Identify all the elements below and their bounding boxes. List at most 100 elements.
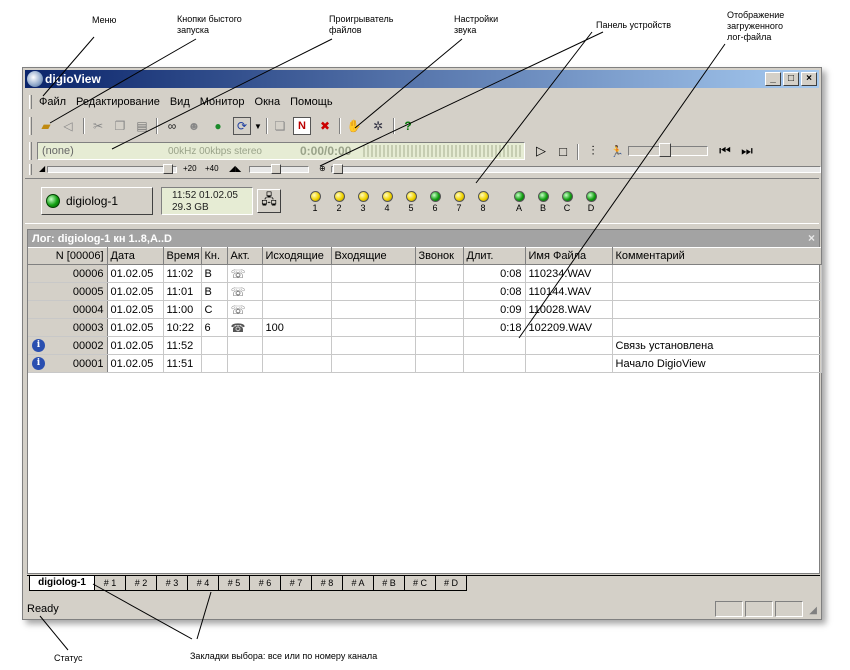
player-grip[interactable] <box>29 142 32 160</box>
equalizer-icon[interactable]: ⫶ <box>583 142 603 160</box>
volume-track[interactable] <box>47 166 177 173</box>
hand-icon[interactable]: ✋ <box>345 117 363 135</box>
playback-slider[interactable] <box>628 143 708 157</box>
mute-icon[interactable]: ⊕ <box>319 164 326 175</box>
menu-windows[interactable]: Окна <box>255 96 281 108</box>
settings-icon[interactable]: ✲ <box>369 117 387 135</box>
open-folder-icon[interactable]: ▰ <box>37 117 55 135</box>
refresh-icon[interactable]: ⟳ <box>233 117 251 135</box>
player-time: 0:00/0:00 <box>300 144 352 158</box>
resize-grip-icon[interactable]: ◢ <box>809 605 817 616</box>
title-bar[interactable]: digioView _ □ × <box>25 70 819 88</box>
channel-label: 6 <box>432 203 438 213</box>
table-row[interactable]: i 00001 01.02.05 11:51 Начало DigioView <box>28 354 822 373</box>
channel-indicator[interactable]: D <box>583 191 599 213</box>
tab-channel[interactable]: # 4 <box>187 576 219 591</box>
tab-channel[interactable]: # 6 <box>249 576 281 591</box>
menu-grip[interactable] <box>29 95 32 109</box>
column-header[interactable]: N [00006] <box>28 247 108 265</box>
menu-view[interactable]: Вид <box>170 96 190 108</box>
cell-in <box>331 264 416 283</box>
column-header[interactable]: Акт. <box>227 247 263 265</box>
network-icon[interactable]: 🖧 <box>257 189 281 213</box>
menu-edit[interactable]: Редактирование <box>76 96 160 108</box>
column-header[interactable]: Комментарий <box>612 247 822 265</box>
status-bar: Ready ◢ <box>25 599 819 619</box>
table-row[interactable]: 00006 01.02.05 11:02 B ☏ 0:08 110234.WAV <box>28 264 822 283</box>
binoculars-icon[interactable]: ∞ <box>163 117 181 135</box>
tab-channel[interactable]: # 3 <box>156 576 188 591</box>
cell-out <box>262 264 332 283</box>
channel-indicator[interactable]: 2 <box>331 191 347 213</box>
channel-indicator[interactable]: 3 <box>355 191 371 213</box>
table-row[interactable]: 00005 01.02.05 11:01 B ☏ 0:08 110144.WAV <box>28 282 822 301</box>
delete-doc-icon[interactable]: ✖ <box>316 117 334 135</box>
column-header[interactable]: Дата <box>107 247 164 265</box>
paste-icon[interactable]: ▤ <box>133 117 151 135</box>
volume-knob[interactable] <box>163 164 173 174</box>
copy-icon[interactable]: ❐ <box>111 117 129 135</box>
cell-comment <box>612 282 822 301</box>
balance-knob[interactable] <box>271 164 281 174</box>
position-knob[interactable] <box>333 164 343 174</box>
running-man-icon[interactable]: 🏃 <box>607 142 627 160</box>
tab-channel[interactable]: # D <box>435 576 467 591</box>
dropdown-arrow-icon[interactable]: ▼ <box>253 117 263 135</box>
channel-indicator[interactable]: A <box>511 191 527 213</box>
channel-indicator[interactable]: 1 <box>307 191 323 213</box>
channel-indicator[interactable]: C <box>559 191 575 213</box>
speaker-icon[interactable]: ◁ <box>59 117 77 135</box>
tab-channel[interactable]: # 7 <box>280 576 312 591</box>
find-user-icon[interactable]: ☻ <box>185 117 203 135</box>
column-header[interactable]: Кн. <box>201 247 228 265</box>
tab-channel[interactable]: # 2 <box>125 576 157 591</box>
tab-channel[interactable]: # B <box>373 576 405 591</box>
minimize-button[interactable]: _ <box>765 72 781 86</box>
column-header[interactable]: Исходящие <box>262 247 332 265</box>
column-header[interactable]: Имя Файла <box>525 247 613 265</box>
tab-all[interactable]: digiolog-1 <box>29 576 95 591</box>
column-header[interactable]: Время <box>163 247 202 265</box>
column-header[interactable]: Входящие <box>331 247 416 265</box>
status-text: Ready <box>27 603 59 615</box>
position-track[interactable] <box>331 166 821 173</box>
tab-channel[interactable]: # 8 <box>311 576 343 591</box>
toolbar-grip[interactable] <box>29 117 32 135</box>
log-close-button[interactable]: × <box>808 231 815 245</box>
cell-out: 100 <box>262 318 332 337</box>
menu-file[interactable]: Файл <box>39 96 66 108</box>
channel-indicator[interactable]: B <box>535 191 551 213</box>
cell-act: ☏ <box>227 300 263 319</box>
play-button[interactable]: ▷ <box>531 142 551 160</box>
table-row[interactable]: i 00002 01.02.05 11:52 Связь установлена <box>28 336 822 355</box>
channel-indicator[interactable]: 6 <box>427 191 443 213</box>
tab-channel[interactable]: # A <box>342 576 374 591</box>
globe-icon[interactable]: ● <box>209 117 227 135</box>
help-icon[interactable]: ? <box>399 117 417 135</box>
column-header[interactable]: Звонок <box>415 247 464 265</box>
cut-icon[interactable]: ✂ <box>89 117 107 135</box>
column-header[interactable]: Длит. <box>463 247 526 265</box>
copy-doc-icon[interactable]: ❏ <box>271 117 289 135</box>
maximize-button[interactable]: □ <box>783 72 799 86</box>
tab-channel[interactable]: # 1 <box>94 576 126 591</box>
device-button[interactable]: digiolog-1 <box>41 187 153 215</box>
forward-button[interactable]: ⏭ <box>737 142 757 160</box>
cell-time: 10:22 <box>163 318 202 337</box>
table-row[interactable]: 00004 01.02.05 11:00 C ☏ 0:09 110028.WAV <box>28 300 822 319</box>
slider-knob[interactable] <box>659 143 671 157</box>
tab-channel[interactable]: # 5 <box>218 576 250 591</box>
tab-channel[interactable]: # C <box>404 576 436 591</box>
channel-indicator[interactable]: 5 <box>403 191 419 213</box>
table-row[interactable]: 00003 01.02.05 10:22 6 ☎ 100 0:18 102209.WAV <box>28 318 822 337</box>
rewind-button[interactable]: ⏮ <box>715 142 735 160</box>
menu-monitor[interactable]: Монитор <box>200 96 245 108</box>
channel-indicator[interactable]: 7 <box>451 191 467 213</box>
channel-indicator[interactable]: 4 <box>379 191 395 213</box>
new-doc-icon[interactable]: N <box>293 117 311 135</box>
close-button[interactable]: × <box>801 72 817 86</box>
sound-grip[interactable] <box>29 164 32 175</box>
channel-indicator[interactable]: 8 <box>475 191 491 213</box>
stop-button[interactable]: □ <box>553 142 573 160</box>
menu-help[interactable]: Помощь <box>290 96 333 108</box>
